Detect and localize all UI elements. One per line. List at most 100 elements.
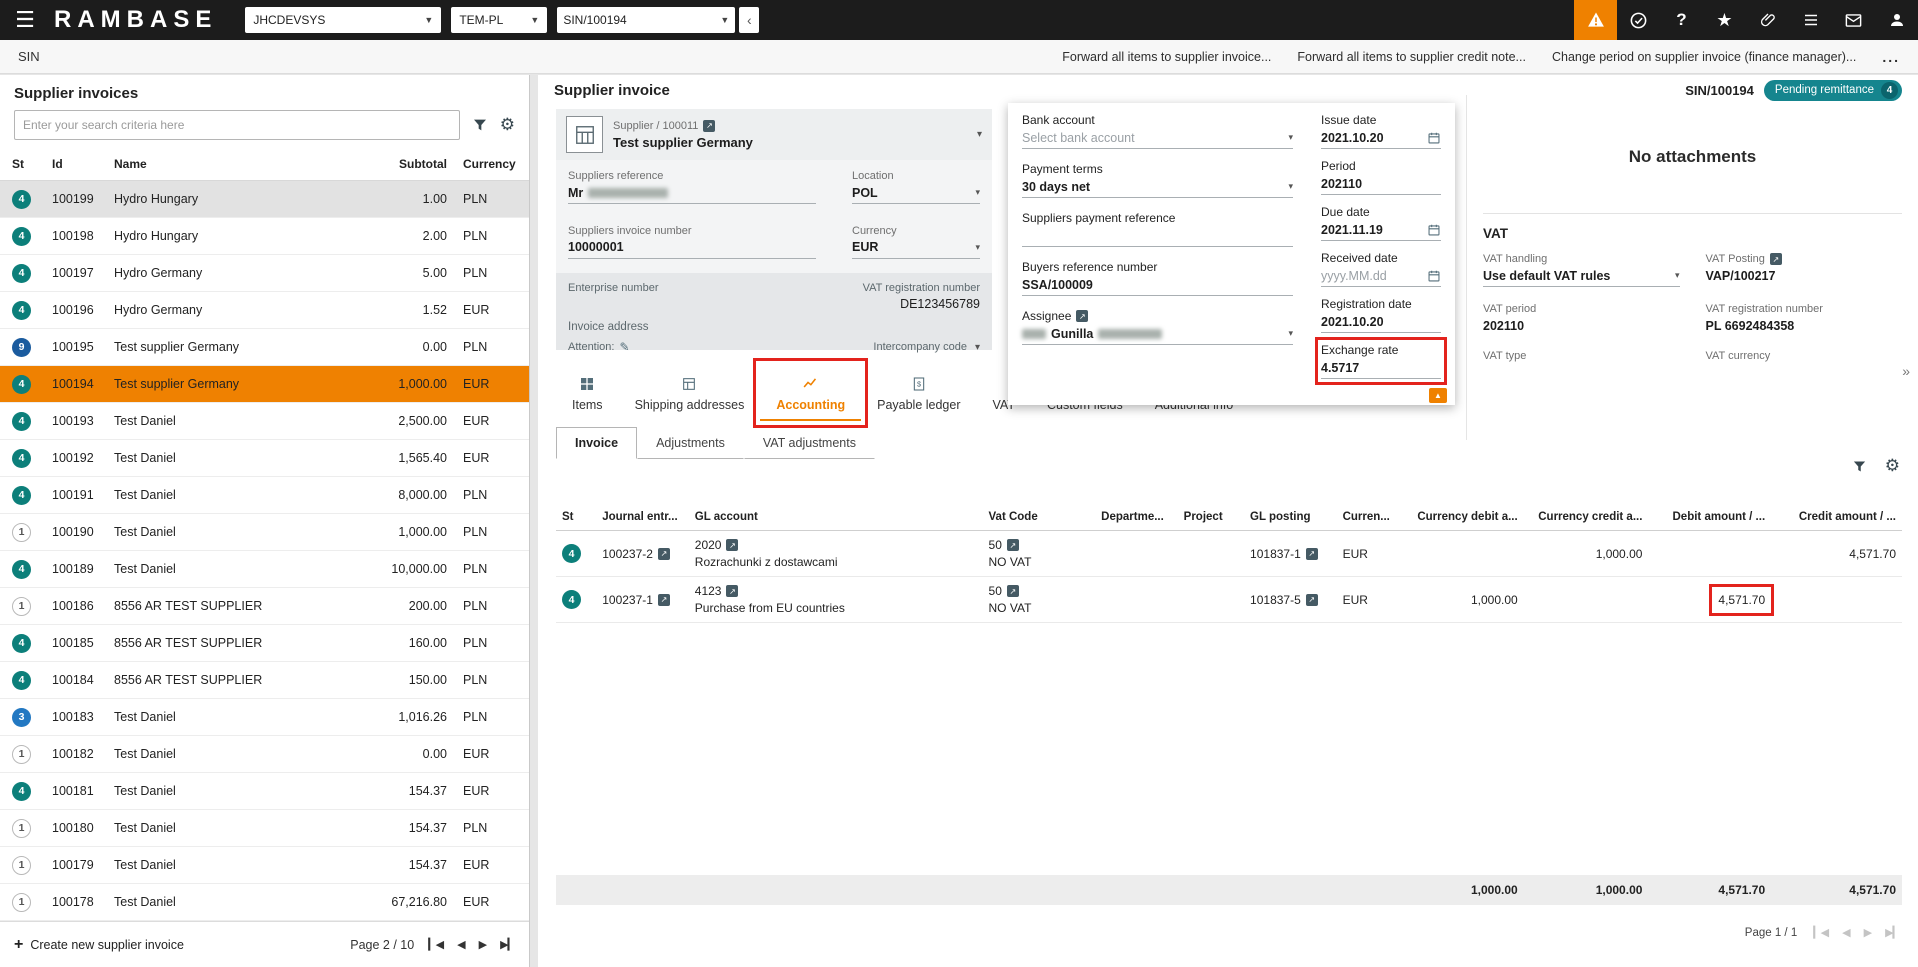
table-row[interactable]: 4 100237-1↗ 4123↗ Purchase from EU count… [556, 577, 1902, 623]
open-link-icon[interactable]: ↗ [1007, 539, 1019, 551]
hamburger-menu-icon[interactable]: ☰ [0, 7, 50, 33]
open-link-icon[interactable]: ↗ [1306, 548, 1318, 560]
favorites-star-icon[interactable]: ★ [1703, 0, 1746, 40]
last-page-button[interactable]: ▶▎ [1885, 926, 1900, 939]
collapse-panel-chevron-icon[interactable]: » [1902, 363, 1910, 379]
tab-payable-ledger[interactable]: $ Payable ledger [861, 365, 976, 421]
list-item[interactable]: 4 100189 Test Daniel 10,000.00 PLN [0, 551, 529, 588]
journal-entry-link[interactable]: 100237-2↗ [602, 547, 670, 561]
list-item[interactable]: 4 100191 Test Daniel 8,000.00 PLN [0, 477, 529, 514]
list-item[interactable]: 4 100198 Hydro Hungary 2.00 PLN [0, 218, 529, 255]
currency-field[interactable]: Currency EUR▾ [852, 225, 980, 264]
calendar-icon[interactable] [1427, 223, 1441, 237]
list-item[interactable]: 1 100180 Test Daniel 154.37 PLN [0, 810, 529, 847]
vat-code-link[interactable]: 50↗ [989, 584, 1019, 598]
suppliers-reference-field[interactable]: Suppliers reference Mr [568, 170, 816, 209]
vat-handling-field[interactable]: VAT handling Use default VAT rules▾ [1483, 253, 1680, 287]
prev-page-button[interactable]: ◀ [1842, 926, 1849, 939]
list-item[interactable]: 4 100197 Hydro Germany 5.00 PLN [0, 255, 529, 292]
exchange-rate-field[interactable]: Exchange rate 4.5717 [1321, 343, 1441, 379]
subtab-adjustments[interactable]: Adjustments [637, 427, 744, 459]
first-page-button[interactable]: ▎◀ [1813, 926, 1828, 939]
search-input[interactable] [14, 110, 460, 140]
open-link-icon[interactable]: ↗ [658, 594, 670, 606]
gl-posting-link[interactable]: 101837-1↗ [1250, 547, 1318, 561]
alerts-icon[interactable] [1574, 0, 1617, 40]
tab-shipping-addresses[interactable]: Shipping addresses [619, 365, 761, 421]
journal-entry-link[interactable]: 100237-1↗ [602, 593, 670, 607]
attachments-paperclip-icon[interactable] [1746, 0, 1789, 40]
list-item[interactable]: 4 100192 Test Daniel 1,565.40 EUR [0, 440, 529, 477]
open-link-icon[interactable]: ↗ [1770, 253, 1782, 265]
list-item[interactable]: 9 100195 Test supplier Germany 0.00 PLN [0, 329, 529, 366]
system-select[interactable]: JHCDEVSYS ▼ [245, 7, 441, 33]
settings-gear-icon[interactable]: ⚙ [500, 115, 515, 135]
action-forward-supplier-credit-note[interactable]: Forward all items to supplier credit not… [1297, 50, 1526, 64]
tab-accounting[interactable]: Accounting [760, 365, 861, 421]
create-new-supplier-invoice-button[interactable]: + Create new supplier invoice [14, 936, 184, 954]
list-item[interactable]: 1 100182 Test Daniel 0.00 EUR [0, 736, 529, 773]
gl-posting-link[interactable]: 101837-5↗ [1250, 593, 1318, 607]
gl-account-link[interactable]: 2020↗ [695, 538, 739, 552]
list-item[interactable]: 1 100178 Test Daniel 67,216.80 EUR [0, 884, 529, 921]
list-menu-icon[interactable] [1789, 0, 1832, 40]
chevron-down-icon[interactable]: ▾ [975, 342, 980, 353]
mail-icon[interactable] [1832, 0, 1875, 40]
next-page-button[interactable]: ▶ [1864, 926, 1871, 939]
open-link-icon[interactable]: ↗ [1076, 310, 1088, 322]
issue-date-field[interactable]: Issue date 2021.10.20 [1321, 113, 1441, 149]
supplier-field[interactable]: Supplier / 100011 ↗ Test supplier German… [556, 109, 992, 160]
list-item[interactable]: 4 100199 Hydro Hungary 1.00 PLN [0, 181, 529, 218]
last-page-button[interactable]: ▶▎ [500, 938, 515, 951]
list-item[interactable]: 4 100194 Test supplier Germany 1,000.00 … [0, 366, 529, 403]
subtab-invoice[interactable]: Invoice [556, 427, 637, 459]
filter-icon[interactable] [472, 117, 488, 133]
user-icon[interactable] [1875, 0, 1918, 40]
list-item[interactable]: 1 100190 Test Daniel 1,000.00 PLN [0, 514, 529, 551]
settings-gear-icon[interactable]: ⚙ [1885, 456, 1900, 476]
open-link-icon[interactable]: ↗ [658, 548, 670, 560]
open-link-icon[interactable]: ↗ [726, 585, 738, 597]
calendar-icon[interactable] [1427, 269, 1441, 283]
collapse-details-button[interactable]: ▲ [1429, 388, 1447, 403]
next-page-button[interactable]: ▶ [479, 938, 486, 951]
registration-date-field[interactable]: Registration date 2021.10.20 [1321, 297, 1441, 333]
bank-account-field[interactable]: Bank account Select bank account▾ [1022, 113, 1293, 149]
first-page-button[interactable]: ▎◀ [428, 938, 443, 951]
list-item[interactable]: 4 100185 8556 AR TEST SUPPLIER 160.00 PL… [0, 625, 529, 662]
calendar-icon[interactable] [1427, 131, 1441, 145]
document-search-box[interactable]: ▼ [557, 7, 735, 33]
table-row[interactable]: 4 100237-2↗ 2020↗ Rozrachunki z dostawca… [556, 531, 1902, 577]
back-button[interactable]: ‹ [739, 7, 759, 33]
list-item[interactable]: 4 100193 Test Daniel 2,500.00 EUR [0, 403, 529, 440]
gl-account-link[interactable]: 4123↗ [695, 584, 739, 598]
tasks-check-icon[interactable] [1617, 0, 1660, 40]
vat-code-link[interactable]: 50↗ [989, 538, 1019, 552]
subtab-vat-adjustments[interactable]: VAT adjustments [744, 427, 875, 459]
prev-page-button[interactable]: ◀ [457, 938, 464, 951]
suppliers-payment-reference-field[interactable]: Suppliers payment reference [1022, 211, 1293, 247]
filter-icon[interactable] [1852, 459, 1867, 474]
tab-items[interactable]: Items [556, 365, 619, 421]
open-link-icon[interactable]: ↗ [1007, 585, 1019, 597]
assignee-field[interactable]: Assignee↗ Gunilla▾ [1022, 309, 1293, 345]
location-field[interactable]: Location POL▾ [852, 170, 980, 209]
open-link-icon[interactable]: ↗ [726, 539, 738, 551]
more-actions-button[interactable]: ... [1882, 49, 1900, 65]
company-select[interactable]: TEM-PL ▼ [451, 7, 547, 33]
list-item[interactable]: 3 100183 Test Daniel 1,016.26 PLN [0, 699, 529, 736]
list-item[interactable]: 1 100179 Test Daniel 154.37 EUR [0, 847, 529, 884]
list-item[interactable]: 4 100181 Test Daniel 154.37 EUR [0, 773, 529, 810]
open-link-icon[interactable]: ↗ [1306, 594, 1318, 606]
open-link-icon[interactable]: ↗ [703, 120, 715, 132]
action-forward-supplier-invoice[interactable]: Forward all items to supplier invoice... [1062, 50, 1271, 64]
period-field[interactable]: Period 202110 [1321, 159, 1441, 195]
payment-terms-field[interactable]: Payment terms 30 days net▾ [1022, 162, 1293, 198]
list-item[interactable]: 4 100184 8556 AR TEST SUPPLIER 150.00 PL… [0, 662, 529, 699]
help-icon[interactable]: ? [1660, 0, 1703, 40]
list-item[interactable]: 4 100196 Hydro Germany 1.52 EUR [0, 292, 529, 329]
edit-pencil-icon[interactable]: ✎ [619, 340, 629, 354]
suppliers-invoice-number-field[interactable]: Suppliers invoice number 10000001 [568, 225, 816, 264]
due-date-field[interactable]: Due date 2021.11.19 [1321, 205, 1441, 241]
list-item[interactable]: 1 100186 8556 AR TEST SUPPLIER 200.00 PL… [0, 588, 529, 625]
